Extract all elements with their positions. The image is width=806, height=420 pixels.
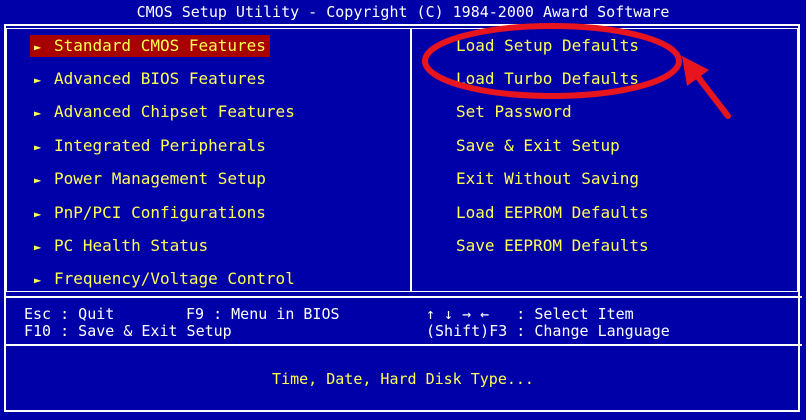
menu-advanced-chipset-features[interactable]: ► Advanced Chipset Features bbox=[30, 101, 299, 123]
menu-load-turbo-defaults[interactable]: Load Turbo Defaults bbox=[452, 68, 643, 90]
menu-label: Power Management Setup bbox=[54, 169, 266, 188]
description-separator bbox=[4, 344, 802, 346]
arrow-right-icon: ► bbox=[34, 140, 42, 154]
arrow-right-icon: ► bbox=[34, 106, 42, 120]
menu-advanced-bios-features[interactable]: ► Advanced BIOS Features bbox=[30, 68, 270, 90]
menu-pnp-pci-configurations[interactable]: ► PnP/PCI Configurations bbox=[30, 202, 270, 224]
arrow-right-icon: ► bbox=[34, 73, 42, 87]
menu-label: Integrated Peripherals bbox=[54, 136, 266, 155]
help-select-item: ↑ ↓ → ← : Select Item bbox=[426, 305, 634, 323]
menu-standard-cmos-features[interactable]: ► Standard CMOS Features bbox=[30, 35, 270, 57]
menu-divider bbox=[410, 29, 412, 291]
arrow-right-icon: ► bbox=[34, 273, 42, 287]
help-esc-quit: Esc : Quit bbox=[24, 305, 115, 323]
help-change-language: (Shift)F3 : Change Language bbox=[426, 322, 670, 340]
arrow-right-icon: ► bbox=[34, 40, 42, 54]
menu-label: Advanced BIOS Features bbox=[54, 69, 266, 88]
menu-label: Advanced Chipset Features bbox=[54, 102, 295, 121]
menu-label: Standard CMOS Features bbox=[54, 36, 266, 55]
menu-label: PC Health Status bbox=[54, 236, 209, 255]
menu-save-eeprom-defaults[interactable]: Save EEPROM Defaults bbox=[452, 235, 653, 257]
item-description: Time, Date, Hard Disk Type... bbox=[272, 370, 534, 388]
menu-frequency-voltage-control[interactable]: ► Frequency/Voltage Control bbox=[30, 268, 299, 290]
menu-integrated-peripherals[interactable]: ► Integrated Peripherals bbox=[30, 135, 270, 157]
help-f10-save-exit: F10 : Save & Exit Setup bbox=[24, 322, 232, 340]
menu-load-eeprom-defaults[interactable]: Load EEPROM Defaults bbox=[452, 202, 653, 224]
arrow-right-icon: ► bbox=[34, 173, 42, 187]
menu-label: PnP/PCI Configurations bbox=[54, 203, 266, 222]
window-title: CMOS Setup Utility - Copyright (C) 1984-… bbox=[0, 0, 806, 24]
arrow-right-icon: ► bbox=[34, 207, 42, 221]
menu-pc-health-status[interactable]: ► PC Health Status bbox=[30, 235, 212, 257]
arrow-right-icon: ► bbox=[34, 240, 42, 254]
help-f9-menu: F9 : Menu in BIOS bbox=[186, 305, 340, 323]
footer-separator bbox=[4, 296, 802, 298]
menu-save-exit-setup[interactable]: Save & Exit Setup bbox=[452, 135, 624, 157]
menu-load-setup-defaults[interactable]: Load Setup Defaults bbox=[452, 35, 643, 57]
menu-exit-without-saving[interactable]: Exit Without Saving bbox=[452, 168, 643, 190]
menu-power-management-setup[interactable]: ► Power Management Setup bbox=[30, 168, 270, 190]
menu-set-password[interactable]: Set Password bbox=[452, 101, 576, 123]
menu-label: Frequency/Voltage Control bbox=[54, 269, 295, 288]
